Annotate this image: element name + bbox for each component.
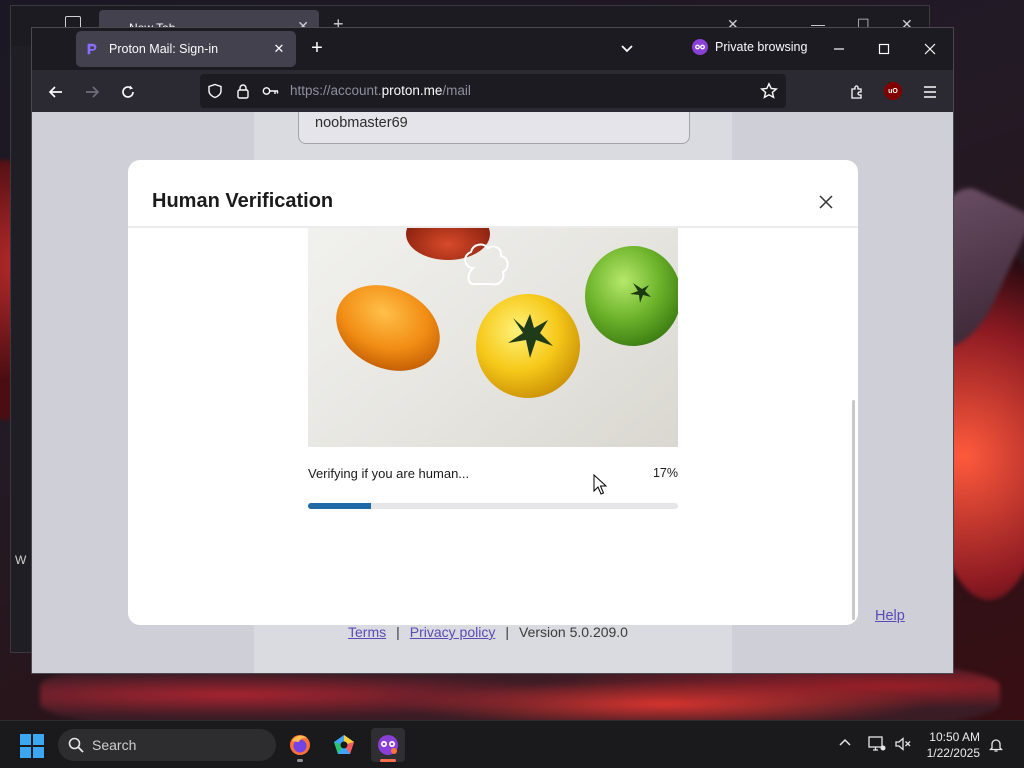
pinned-app-taskbar-button[interactable]: [327, 728, 361, 762]
taskbar: Search 10:50 AM 1/22/2025: [0, 720, 1024, 768]
search-icon: [68, 737, 84, 753]
taskbar-search-box[interactable]: Search: [58, 729, 276, 761]
firefox-private-taskbar-button[interactable]: [371, 728, 405, 762]
progress-fill: [308, 503, 371, 509]
tracking-protection-shield-icon[interactable]: [206, 82, 224, 100]
mouse-cursor-icon: [593, 474, 607, 495]
footer-separator: |: [505, 624, 509, 640]
lock-icon[interactable]: [234, 82, 252, 100]
url-text: https://account.proton.me/mail: [290, 83, 471, 98]
running-indicator: [297, 759, 303, 762]
back-arrow-icon: [48, 86, 62, 98]
puzzle-piece-icon: [851, 85, 862, 99]
close-window-button[interactable]: [912, 34, 948, 64]
tab-strip: Proton Mail: Sign-in ✕ + Private browsin…: [32, 28, 953, 70]
key-icon[interactable]: [262, 82, 280, 100]
tab-list-chevron-icon[interactable]: [616, 38, 638, 60]
clock-time: 10:50 AM: [929, 730, 980, 744]
hamburger-menu-icon: [924, 86, 936, 98]
tab-proton-signin[interactable]: Proton Mail: Sign-in ✕: [76, 31, 296, 67]
page-footer: Terms | Privacy policy | Version 5.0.209…: [348, 624, 628, 640]
forward-arrow-icon: [86, 86, 100, 98]
username-input[interactable]: noobmaster69: [298, 112, 690, 144]
search-placeholder: Search: [92, 737, 137, 753]
windows-logo-pane: [33, 747, 44, 758]
modal-close-button[interactable]: [814, 190, 838, 214]
privacy-policy-link[interactable]: Privacy policy: [410, 624, 496, 640]
reload-icon: [122, 85, 134, 98]
footer-separator: |: [396, 624, 400, 640]
network-icon[interactable]: [868, 736, 886, 757]
captcha-puzzle-image[interactable]: [308, 228, 678, 447]
minimize-icon: [834, 48, 844, 50]
tab-title: Proton Mail: Sign-in: [109, 42, 219, 56]
maximize-button[interactable]: [866, 34, 902, 64]
close-icon: [924, 43, 936, 55]
reload-button[interactable]: [114, 78, 142, 106]
verification-status-text: Verifying if you are human...: [308, 466, 470, 481]
private-mask-icon: [692, 39, 708, 55]
pentagon-app-icon: [334, 735, 354, 754]
extensions-button[interactable]: [843, 78, 871, 106]
close-tab-icon[interactable]: ✕: [268, 38, 290, 60]
close-icon: [819, 195, 833, 209]
proton-favicon-icon: [87, 43, 97, 55]
active-app-indicator: [380, 759, 396, 762]
new-tab-icon[interactable]: +: [306, 38, 328, 60]
windows-logo-pane: [33, 734, 44, 745]
navigation-toolbar: https://account.proton.me/mail uO: [32, 70, 953, 112]
notification-bell-icon[interactable]: [988, 737, 1004, 758]
modal-scrollbar[interactable]: [852, 400, 855, 620]
maximize-icon: [878, 43, 890, 55]
help-link[interactable]: Help: [875, 608, 905, 624]
windows-logo-pane: [20, 734, 31, 745]
ublock-origin-icon[interactable]: uO: [884, 82, 902, 100]
forward-button[interactable]: [78, 78, 106, 106]
human-verification-modal: Human Verification Verifying if you are …: [128, 160, 858, 625]
windows-logo-pane: [20, 747, 31, 758]
tomatoes-photo: [336, 228, 678, 398]
clock-date: 1/22/2025: [926, 746, 980, 760]
bookmark-star-icon[interactable]: [760, 82, 778, 100]
minimize-button[interactable]: [821, 34, 857, 64]
private-browsing-label: Private browsing: [715, 40, 808, 54]
app-menu-button[interactable]: [916, 78, 944, 106]
background-side-glyph: W: [15, 553, 27, 567]
firefox-taskbar-button[interactable]: [283, 728, 317, 762]
terms-link[interactable]: Terms: [348, 624, 386, 640]
back-button[interactable]: [42, 78, 70, 106]
url-bar[interactable]: https://account.proton.me/mail: [200, 74, 786, 108]
firefox-icon: [290, 735, 310, 755]
start-button[interactable]: [20, 734, 44, 758]
verification-progress-bar: [308, 503, 678, 509]
modal-title: Human Verification: [152, 190, 334, 212]
firefox-private-browsing-icon: [378, 735, 398, 755]
private-browsing-indicator: Private browsing: [692, 39, 807, 55]
volume-muted-icon[interactable]: [894, 736, 912, 757]
system-clock[interactable]: 10:50 AM 1/22/2025: [922, 729, 980, 761]
verification-percent: 17%: [652, 466, 678, 480]
version-text: Version 5.0.209.0: [519, 624, 628, 640]
show-hidden-icons-chevron-icon[interactable]: [838, 736, 852, 755]
modal-header: Human Verification: [128, 160, 858, 228]
